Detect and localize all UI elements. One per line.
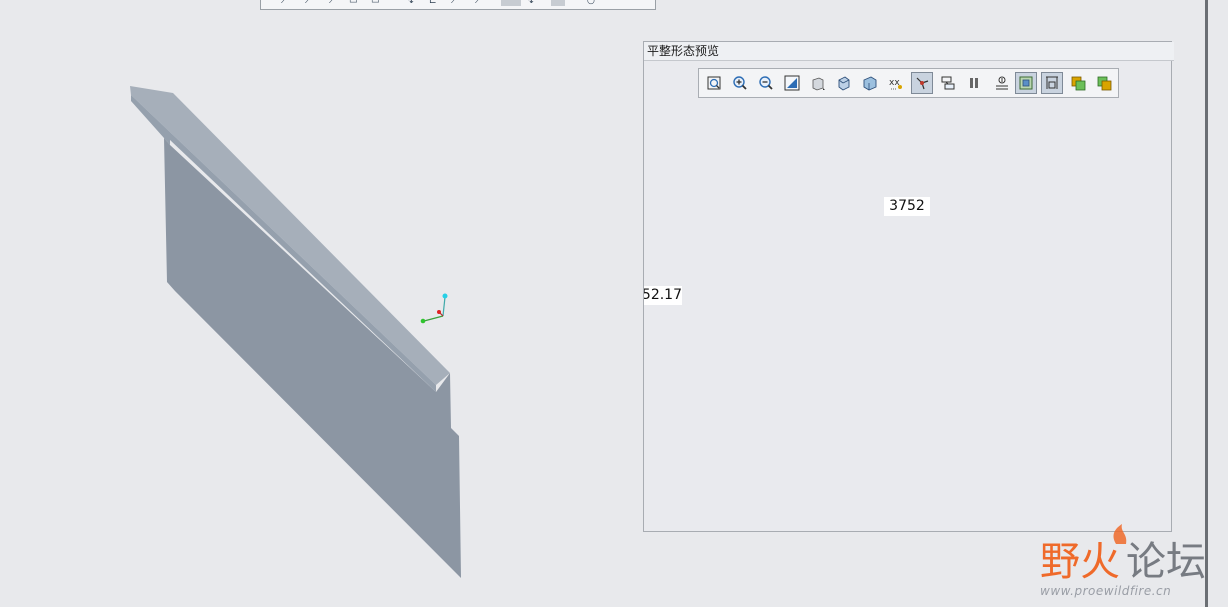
height-dimension-value[interactable]: 52.17: [644, 286, 682, 305]
toolbar-tool-icon[interactable]: [551, 0, 565, 6]
window-edge: [1205, 0, 1208, 607]
dimension-display-icon[interactable]: [1041, 72, 1063, 94]
zoom-fit-icon[interactable]: [703, 72, 725, 94]
zoom-in-icon[interactable]: [729, 72, 751, 94]
main-toolbar: ⟋ ⟋ ⟋ ▭ ▭ ↯ ⊏ ⟋ ⟋ ↯ ○: [260, 0, 656, 10]
logo-text-part2: 论坛: [1126, 539, 1206, 580]
flat-preview-panel: 平整形态预览 xx: [643, 41, 1174, 532]
annotation-display-icon[interactable]: [937, 72, 959, 94]
datum-display-icon[interactable]: xx: [885, 72, 907, 94]
flat-pattern-icon[interactable]: [1015, 72, 1037, 94]
view-manager-icon[interactable]: [991, 72, 1013, 94]
watermark-url: www.proewildfire.cn: [1040, 584, 1172, 598]
copy-view-icon[interactable]: [1067, 72, 1089, 94]
toolbar-tool-icon[interactable]: ⟋: [329, 0, 339, 6]
width-dimension-value[interactable]: 3752: [884, 197, 930, 216]
toolbar-tool-icon[interactable]: ⟋: [305, 0, 315, 6]
toolbar-tool-icon[interactable]: ⊏: [429, 0, 439, 6]
sheet-metal-part[interactable]: [130, 86, 461, 578]
coordinate-triad: [420, 293, 448, 324]
spin-center-icon[interactable]: [911, 72, 933, 94]
display-style-icon[interactable]: [807, 72, 829, 94]
toolbar-tool-icon[interactable]: ↯: [407, 0, 417, 6]
paste-view-icon[interactable]: [1093, 72, 1115, 94]
saved-orientation-icon[interactable]: [833, 72, 855, 94]
zoom-out-icon[interactable]: [755, 72, 777, 94]
toolbar-tool-icon[interactable]: ▭: [349, 0, 359, 6]
toolbar-tool-icon[interactable]: ⟋: [451, 0, 461, 6]
refit-icon[interactable]: [781, 72, 803, 94]
toolbar-tool-icon[interactable]: ⟋: [475, 0, 485, 6]
pause-icon[interactable]: [963, 72, 985, 94]
named-view-icon[interactable]: [859, 72, 881, 94]
toolbar-tool-icon[interactable]: ▭: [371, 0, 381, 6]
forum-logo: 野火 论坛: [1040, 524, 1206, 580]
toolbar-tool-icon[interactable]: ↯: [527, 0, 537, 6]
toolbar-tool-icon[interactable]: ○: [587, 0, 597, 6]
preview-toolbar: xx: [698, 68, 1119, 98]
logo-text-part1: 野火: [1040, 539, 1120, 580]
panel-title: 平整形态预览: [644, 42, 1174, 61]
toolbar-tool-icon[interactable]: ⟋: [281, 0, 291, 6]
toolbar-tool-icon[interactable]: [501, 0, 521, 6]
